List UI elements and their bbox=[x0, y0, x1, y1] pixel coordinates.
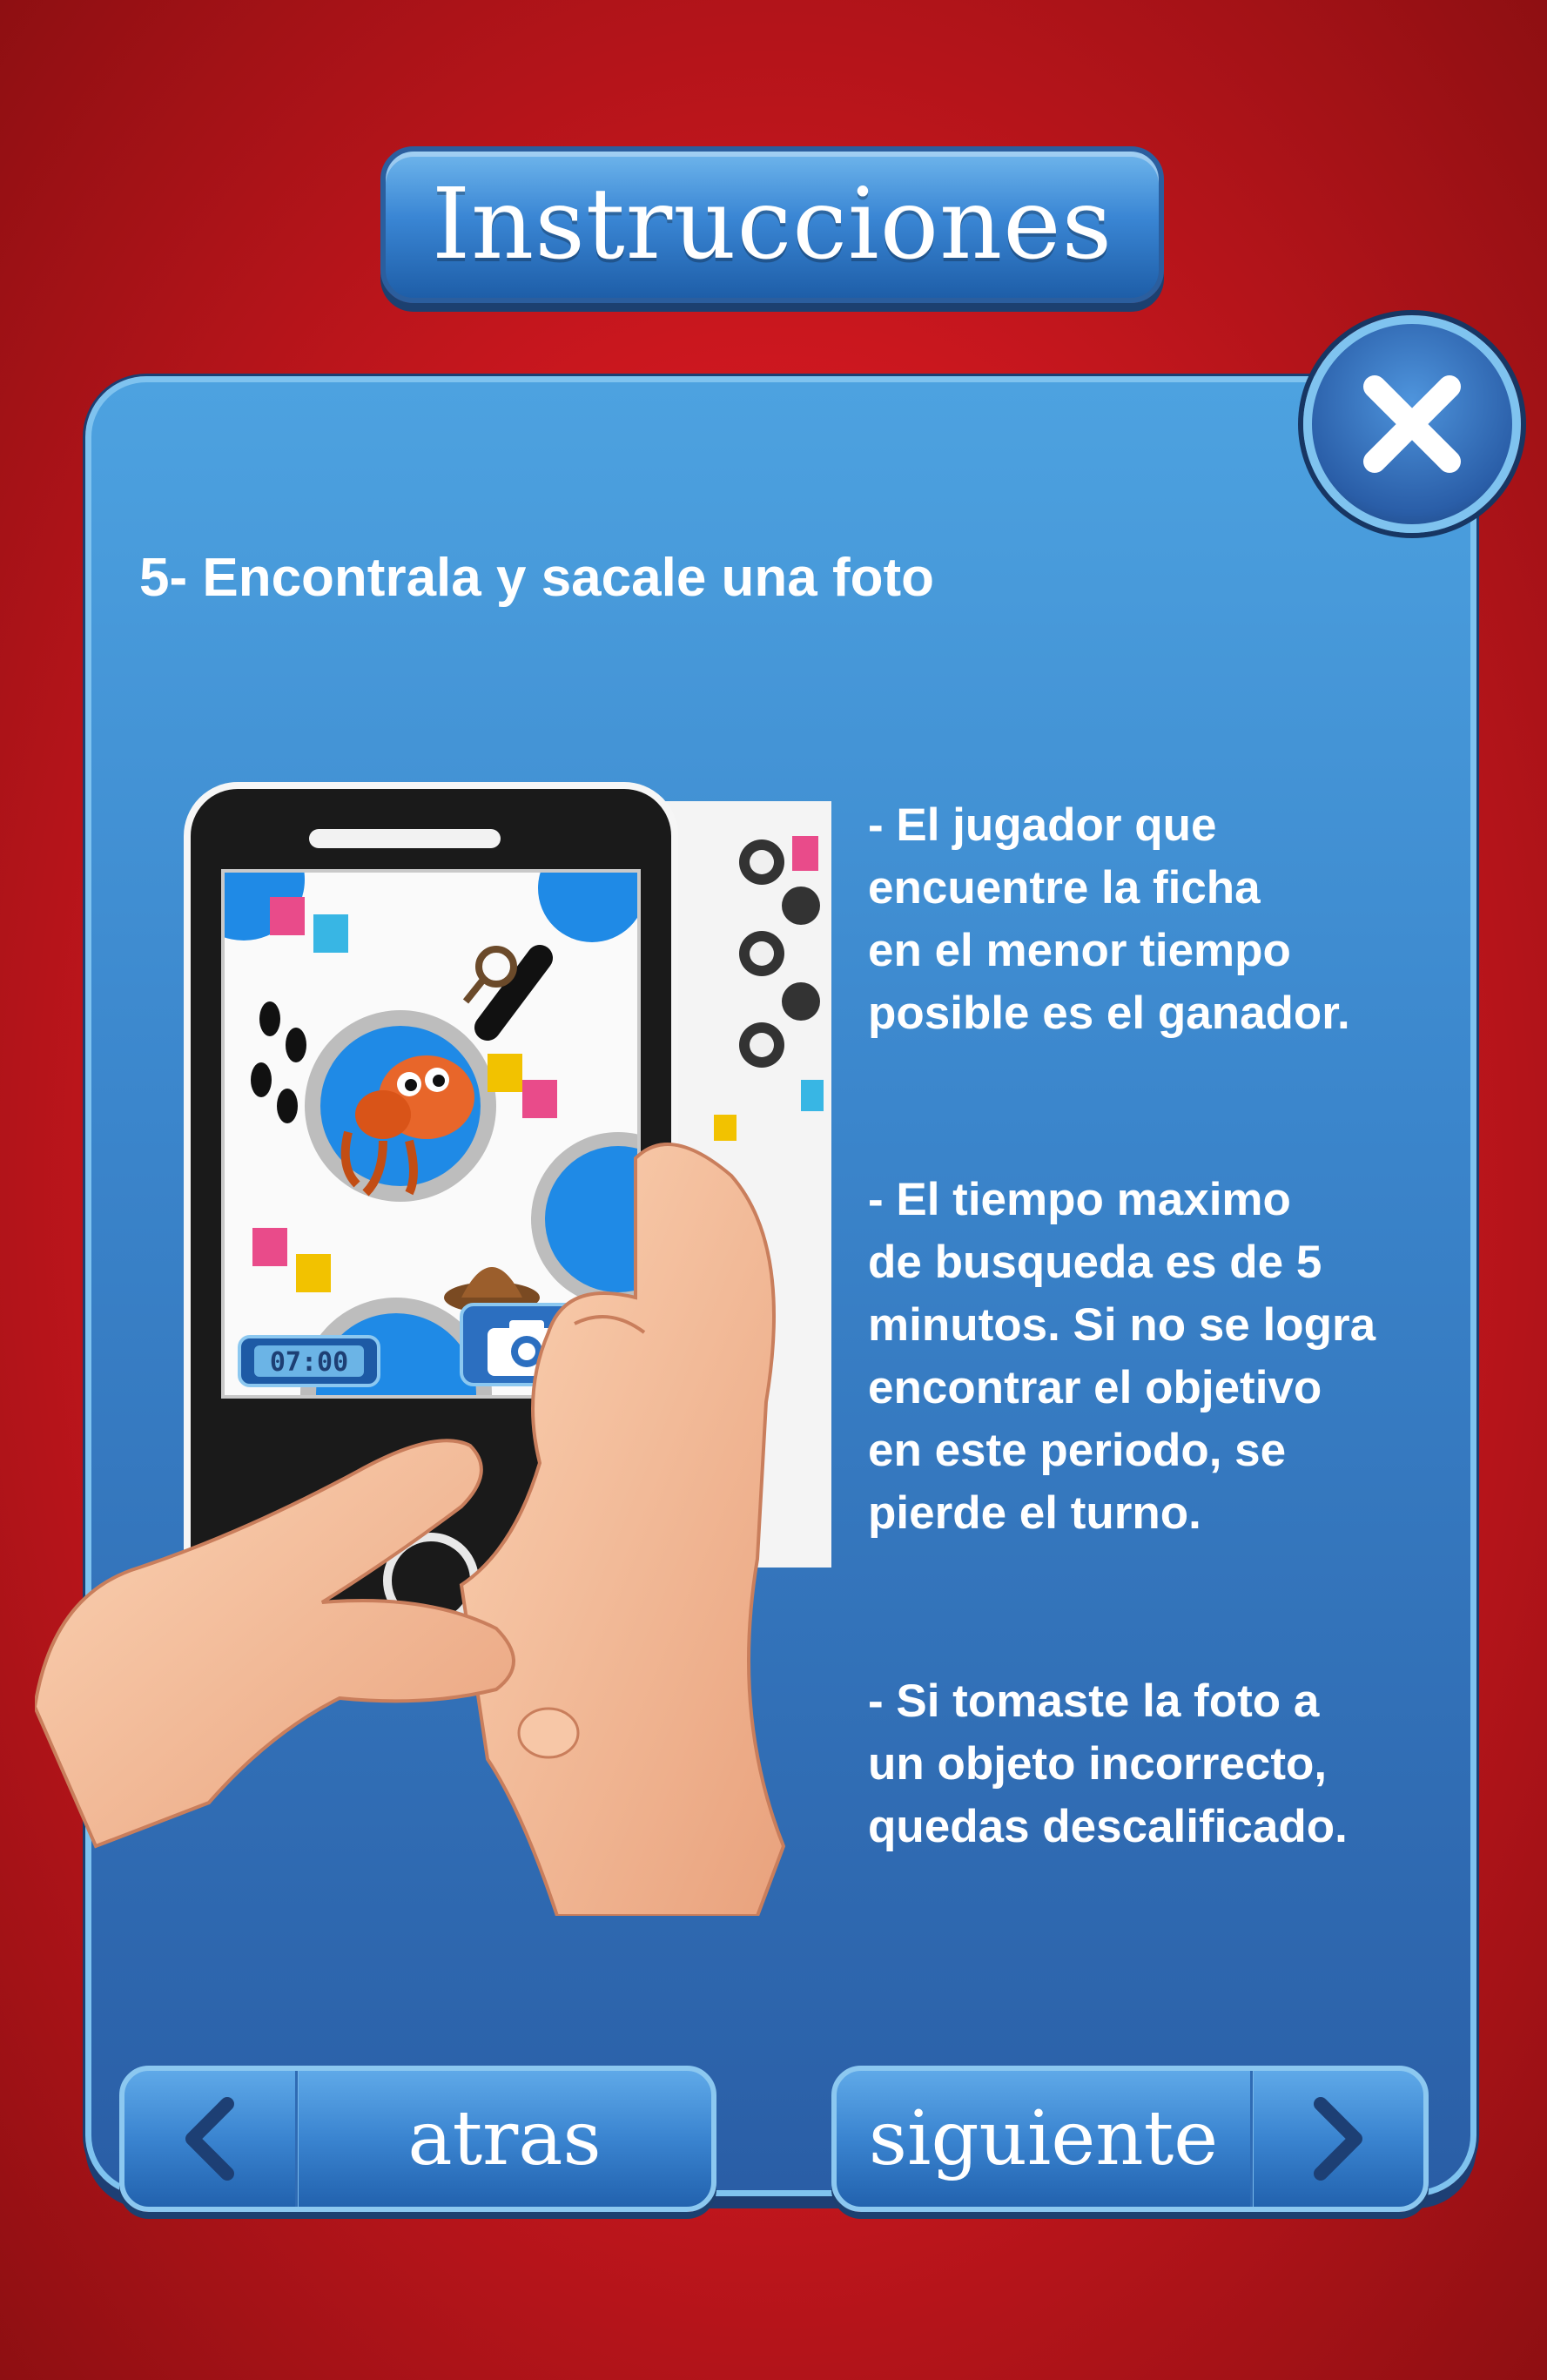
chevron-left-icon bbox=[185, 2097, 234, 2181]
bullet-3: - Si tomaste la foto a un objeto incorre… bbox=[868, 1675, 1348, 1852]
phone-illustration: 07:00 bbox=[35, 782, 831, 1916]
bullet-1: - El jugador que encuentre la ficha en e… bbox=[868, 799, 1350, 1039]
back-button[interactable]: atras bbox=[119, 2066, 716, 2212]
close-icon bbox=[1363, 375, 1461, 473]
page-title: Instrucciones bbox=[431, 168, 1113, 281]
back-arrow bbox=[124, 2071, 295, 2207]
back-label: atras bbox=[407, 2095, 602, 2182]
next-label: siguiente bbox=[868, 2095, 1219, 2182]
timer-text: 07:00 bbox=[270, 1347, 348, 1378]
back-label-wrap: atras bbox=[298, 2095, 711, 2182]
next-arrow bbox=[1253, 2071, 1423, 2207]
close-button[interactable] bbox=[1303, 315, 1521, 533]
timer-display: 07:00 bbox=[238, 1335, 380, 1387]
next-label-wrap: siguiente bbox=[837, 2095, 1250, 2182]
title-banner: Instrucciones bbox=[380, 146, 1164, 303]
step-heading: 5- Encontrala y sacale una foto bbox=[139, 548, 935, 608]
next-button[interactable]: siguiente bbox=[831, 2066, 1429, 2212]
chevron-right-icon bbox=[1314, 2097, 1362, 2181]
bullet-2: - El tiempo maximo de busqueda es de 5 m… bbox=[868, 1174, 1376, 1539]
